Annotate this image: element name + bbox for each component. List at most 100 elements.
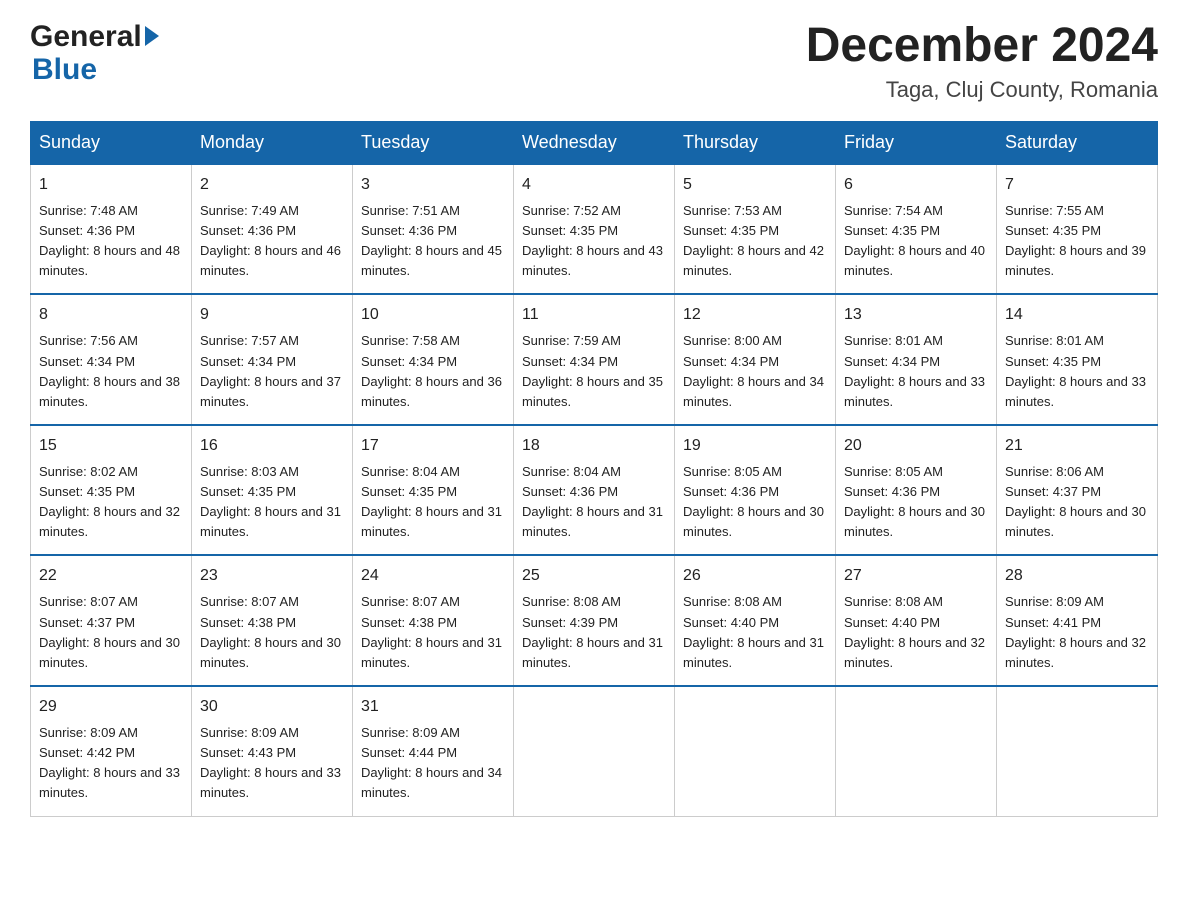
day-info: Sunrise: 8:07 AMSunset: 4:37 PMDaylight:… — [39, 594, 180, 669]
calendar-day-cell: 24 Sunrise: 8:07 AMSunset: 4:38 PMDaylig… — [353, 555, 514, 686]
logo-general-text: General — [30, 20, 142, 53]
day-number: 31 — [361, 695, 505, 719]
calendar-day-cell: 19 Sunrise: 8:05 AMSunset: 4:36 PMDaylig… — [675, 425, 836, 556]
day-number: 3 — [361, 173, 505, 197]
day-info: Sunrise: 7:55 AMSunset: 4:35 PMDaylight:… — [1005, 203, 1146, 278]
day-info: Sunrise: 7:54 AMSunset: 4:35 PMDaylight:… — [844, 203, 985, 278]
calendar-week-row: 29 Sunrise: 8:09 AMSunset: 4:42 PMDaylig… — [31, 686, 1158, 816]
calendar-day-cell: 4 Sunrise: 7:52 AMSunset: 4:35 PMDayligh… — [514, 164, 675, 295]
calendar-week-row: 8 Sunrise: 7:56 AMSunset: 4:34 PMDayligh… — [31, 294, 1158, 425]
logo-triangle-icon — [145, 26, 159, 46]
calendar-day-cell: 28 Sunrise: 8:09 AMSunset: 4:41 PMDaylig… — [997, 555, 1158, 686]
calendar-day-cell: 26 Sunrise: 8:08 AMSunset: 4:40 PMDaylig… — [675, 555, 836, 686]
day-number: 21 — [1005, 434, 1149, 458]
calendar-day-cell — [836, 686, 997, 816]
day-info: Sunrise: 8:04 AMSunset: 4:35 PMDaylight:… — [361, 464, 502, 539]
day-number: 9 — [200, 303, 344, 327]
day-number: 10 — [361, 303, 505, 327]
day-number: 23 — [200, 564, 344, 588]
day-info: Sunrise: 8:09 AMSunset: 4:42 PMDaylight:… — [39, 725, 180, 800]
calendar-day-cell: 7 Sunrise: 7:55 AMSunset: 4:35 PMDayligh… — [997, 164, 1158, 295]
day-number: 30 — [200, 695, 344, 719]
day-info: Sunrise: 7:58 AMSunset: 4:34 PMDaylight:… — [361, 333, 502, 408]
weekday-header-friday: Friday — [836, 121, 997, 164]
day-info: Sunrise: 8:05 AMSunset: 4:36 PMDaylight:… — [844, 464, 985, 539]
calendar-week-row: 15 Sunrise: 8:02 AMSunset: 4:35 PMDaylig… — [31, 425, 1158, 556]
day-number: 25 — [522, 564, 666, 588]
weekday-header-wednesday: Wednesday — [514, 121, 675, 164]
day-info: Sunrise: 8:05 AMSunset: 4:36 PMDaylight:… — [683, 464, 824, 539]
day-info: Sunrise: 8:07 AMSunset: 4:38 PMDaylight:… — [361, 594, 502, 669]
weekday-header-saturday: Saturday — [997, 121, 1158, 164]
day-info: Sunrise: 8:04 AMSunset: 4:36 PMDaylight:… — [522, 464, 663, 539]
calendar-day-cell: 3 Sunrise: 7:51 AMSunset: 4:36 PMDayligh… — [353, 164, 514, 295]
day-info: Sunrise: 7:52 AMSunset: 4:35 PMDaylight:… — [522, 203, 663, 278]
day-info: Sunrise: 8:09 AMSunset: 4:43 PMDaylight:… — [200, 725, 341, 800]
calendar-day-cell: 25 Sunrise: 8:08 AMSunset: 4:39 PMDaylig… — [514, 555, 675, 686]
calendar-day-cell: 12 Sunrise: 8:00 AMSunset: 4:34 PMDaylig… — [675, 294, 836, 425]
calendar-day-cell: 6 Sunrise: 7:54 AMSunset: 4:35 PMDayligh… — [836, 164, 997, 295]
calendar-day-cell — [675, 686, 836, 816]
calendar-day-cell: 14 Sunrise: 8:01 AMSunset: 4:35 PMDaylig… — [997, 294, 1158, 425]
day-number: 19 — [683, 434, 827, 458]
day-number: 7 — [1005, 173, 1149, 197]
day-number: 4 — [522, 173, 666, 197]
day-number: 8 — [39, 303, 183, 327]
calendar-day-cell: 2 Sunrise: 7:49 AMSunset: 4:36 PMDayligh… — [192, 164, 353, 295]
logo: General Blue — [30, 20, 159, 86]
day-number: 5 — [683, 173, 827, 197]
day-info: Sunrise: 7:57 AMSunset: 4:34 PMDaylight:… — [200, 333, 341, 408]
day-number: 14 — [1005, 303, 1149, 327]
day-info: Sunrise: 8:01 AMSunset: 4:34 PMDaylight:… — [844, 333, 985, 408]
logo-blue-text: Blue — [32, 53, 97, 86]
month-title: December 2024 — [806, 20, 1158, 73]
calendar-day-cell: 31 Sunrise: 8:09 AMSunset: 4:44 PMDaylig… — [353, 686, 514, 816]
day-number: 29 — [39, 695, 183, 719]
calendar-day-cell: 8 Sunrise: 7:56 AMSunset: 4:34 PMDayligh… — [31, 294, 192, 425]
day-number: 11 — [522, 303, 666, 327]
day-number: 17 — [361, 434, 505, 458]
day-number: 12 — [683, 303, 827, 327]
day-info: Sunrise: 8:03 AMSunset: 4:35 PMDaylight:… — [200, 464, 341, 539]
calendar-day-cell: 11 Sunrise: 7:59 AMSunset: 4:34 PMDaylig… — [514, 294, 675, 425]
day-info: Sunrise: 8:07 AMSunset: 4:38 PMDaylight:… — [200, 594, 341, 669]
day-info: Sunrise: 8:09 AMSunset: 4:44 PMDaylight:… — [361, 725, 502, 800]
calendar-day-cell: 29 Sunrise: 8:09 AMSunset: 4:42 PMDaylig… — [31, 686, 192, 816]
page-header: General Blue December 2024 Taga, Cluj Co… — [30, 20, 1158, 103]
day-info: Sunrise: 8:01 AMSunset: 4:35 PMDaylight:… — [1005, 333, 1146, 408]
day-number: 2 — [200, 173, 344, 197]
calendar-day-cell: 27 Sunrise: 8:08 AMSunset: 4:40 PMDaylig… — [836, 555, 997, 686]
day-number: 24 — [361, 564, 505, 588]
calendar-day-cell: 30 Sunrise: 8:09 AMSunset: 4:43 PMDaylig… — [192, 686, 353, 816]
day-number: 1 — [39, 173, 183, 197]
day-number: 22 — [39, 564, 183, 588]
day-number: 13 — [844, 303, 988, 327]
calendar-day-cell: 5 Sunrise: 7:53 AMSunset: 4:35 PMDayligh… — [675, 164, 836, 295]
weekday-header-thursday: Thursday — [675, 121, 836, 164]
day-info: Sunrise: 7:49 AMSunset: 4:36 PMDaylight:… — [200, 203, 341, 278]
day-number: 6 — [844, 173, 988, 197]
calendar-day-cell: 1 Sunrise: 7:48 AMSunset: 4:36 PMDayligh… — [31, 164, 192, 295]
day-info: Sunrise: 8:00 AMSunset: 4:34 PMDaylight:… — [683, 333, 824, 408]
day-info: Sunrise: 7:53 AMSunset: 4:35 PMDaylight:… — [683, 203, 824, 278]
day-info: Sunrise: 7:48 AMSunset: 4:36 PMDaylight:… — [39, 203, 180, 278]
day-number: 27 — [844, 564, 988, 588]
day-info: Sunrise: 8:08 AMSunset: 4:40 PMDaylight:… — [683, 594, 824, 669]
day-number: 28 — [1005, 564, 1149, 588]
day-info: Sunrise: 7:51 AMSunset: 4:36 PMDaylight:… — [361, 203, 502, 278]
calendar-day-cell: 9 Sunrise: 7:57 AMSunset: 4:34 PMDayligh… — [192, 294, 353, 425]
calendar-table: SundayMondayTuesdayWednesdayThursdayFrid… — [30, 121, 1158, 817]
calendar-day-cell: 23 Sunrise: 8:07 AMSunset: 4:38 PMDaylig… — [192, 555, 353, 686]
weekday-header-tuesday: Tuesday — [353, 121, 514, 164]
calendar-day-cell — [997, 686, 1158, 816]
day-info: Sunrise: 8:02 AMSunset: 4:35 PMDaylight:… — [39, 464, 180, 539]
weekday-header-row: SundayMondayTuesdayWednesdayThursdayFrid… — [31, 121, 1158, 164]
calendar-day-cell: 22 Sunrise: 8:07 AMSunset: 4:37 PMDaylig… — [31, 555, 192, 686]
day-info: Sunrise: 7:59 AMSunset: 4:34 PMDaylight:… — [522, 333, 663, 408]
calendar-week-row: 1 Sunrise: 7:48 AMSunset: 4:36 PMDayligh… — [31, 164, 1158, 295]
day-info: Sunrise: 8:09 AMSunset: 4:41 PMDaylight:… — [1005, 594, 1146, 669]
day-number: 20 — [844, 434, 988, 458]
day-info: Sunrise: 7:56 AMSunset: 4:34 PMDaylight:… — [39, 333, 180, 408]
calendar-week-row: 22 Sunrise: 8:07 AMSunset: 4:37 PMDaylig… — [31, 555, 1158, 686]
calendar-day-cell: 18 Sunrise: 8:04 AMSunset: 4:36 PMDaylig… — [514, 425, 675, 556]
